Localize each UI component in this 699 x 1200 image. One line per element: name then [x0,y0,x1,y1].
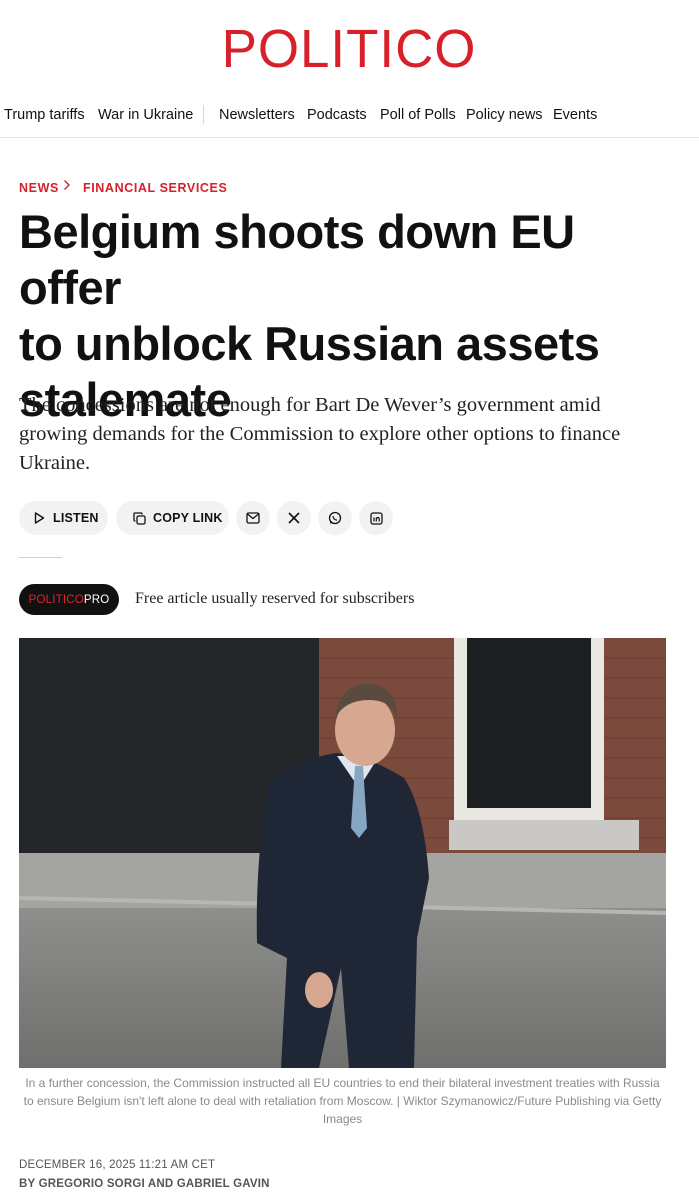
linkedin-icon [369,511,383,525]
copy-link-button[interactable]: COPY LINK [116,501,229,535]
chevron-right-icon [63,179,71,194]
copy-icon [133,511,146,525]
share-linkedin-button[interactable] [359,501,393,535]
article-photo [19,638,666,1068]
nav-item-trump-tariffs[interactable]: Trump tariffs [4,107,85,123]
play-icon [34,512,45,524]
copy-link-label: COPY LINK [153,511,223,525]
nav-item-newsletters[interactable]: Newsletters [219,107,295,123]
headline-line: Belgium shoots down EU offer [19,205,575,314]
whatsapp-icon [328,511,342,525]
divider [19,557,62,558]
share-email-button[interactable] [236,501,270,535]
mail-icon [246,512,260,524]
article-dateline: DECEMBER 16, 2025 11:21 AM CET [19,1159,216,1171]
logo-wordmark: POLITICO [222,19,477,79]
article-byline: BY GREGORIO SORGI AND GABRIEL GAVIN [19,1178,270,1190]
pro-badge-politico: POLITICO [28,593,84,606]
nav-divider [203,105,204,124]
headline-line: to unblock Russian assets [19,317,600,370]
nav-item-poll-of-polls[interactable]: Poll of Polls [380,107,456,123]
listen-button[interactable]: LISTEN [19,501,108,535]
nav-item-war-in-ukraine[interactable]: War in Ukraine [98,107,193,123]
share-x-button[interactable] [277,501,311,535]
x-icon [288,512,300,524]
breadcrumb-financial-services[interactable]: FINANCIAL SERVICES [83,181,227,195]
listen-label: LISTEN [53,511,99,525]
free-article-note: Free article usually reserved for subscr… [135,590,415,607]
share-whatsapp-button[interactable] [318,501,352,535]
breadcrumb-news[interactable]: NEWS [19,181,59,195]
nav-item-policy-news[interactable]: Policy news [466,107,543,123]
pro-badge-pro: PRO [83,593,110,606]
photo-caption: In a further concession, the Commission … [23,1076,662,1126]
nav-item-podcasts[interactable]: Podcasts [307,107,367,123]
nav-item-events[interactable]: Events [553,107,597,123]
site-logo[interactable]: POLITICO [0,22,699,76]
main-nav: Trump tariffs War in Ukraine Newsletters… [0,97,699,138]
article-dek: The concessions are not enough for Bart … [19,394,621,474]
politico-pro-badge[interactable]: POLITICO PRO [19,584,119,615]
